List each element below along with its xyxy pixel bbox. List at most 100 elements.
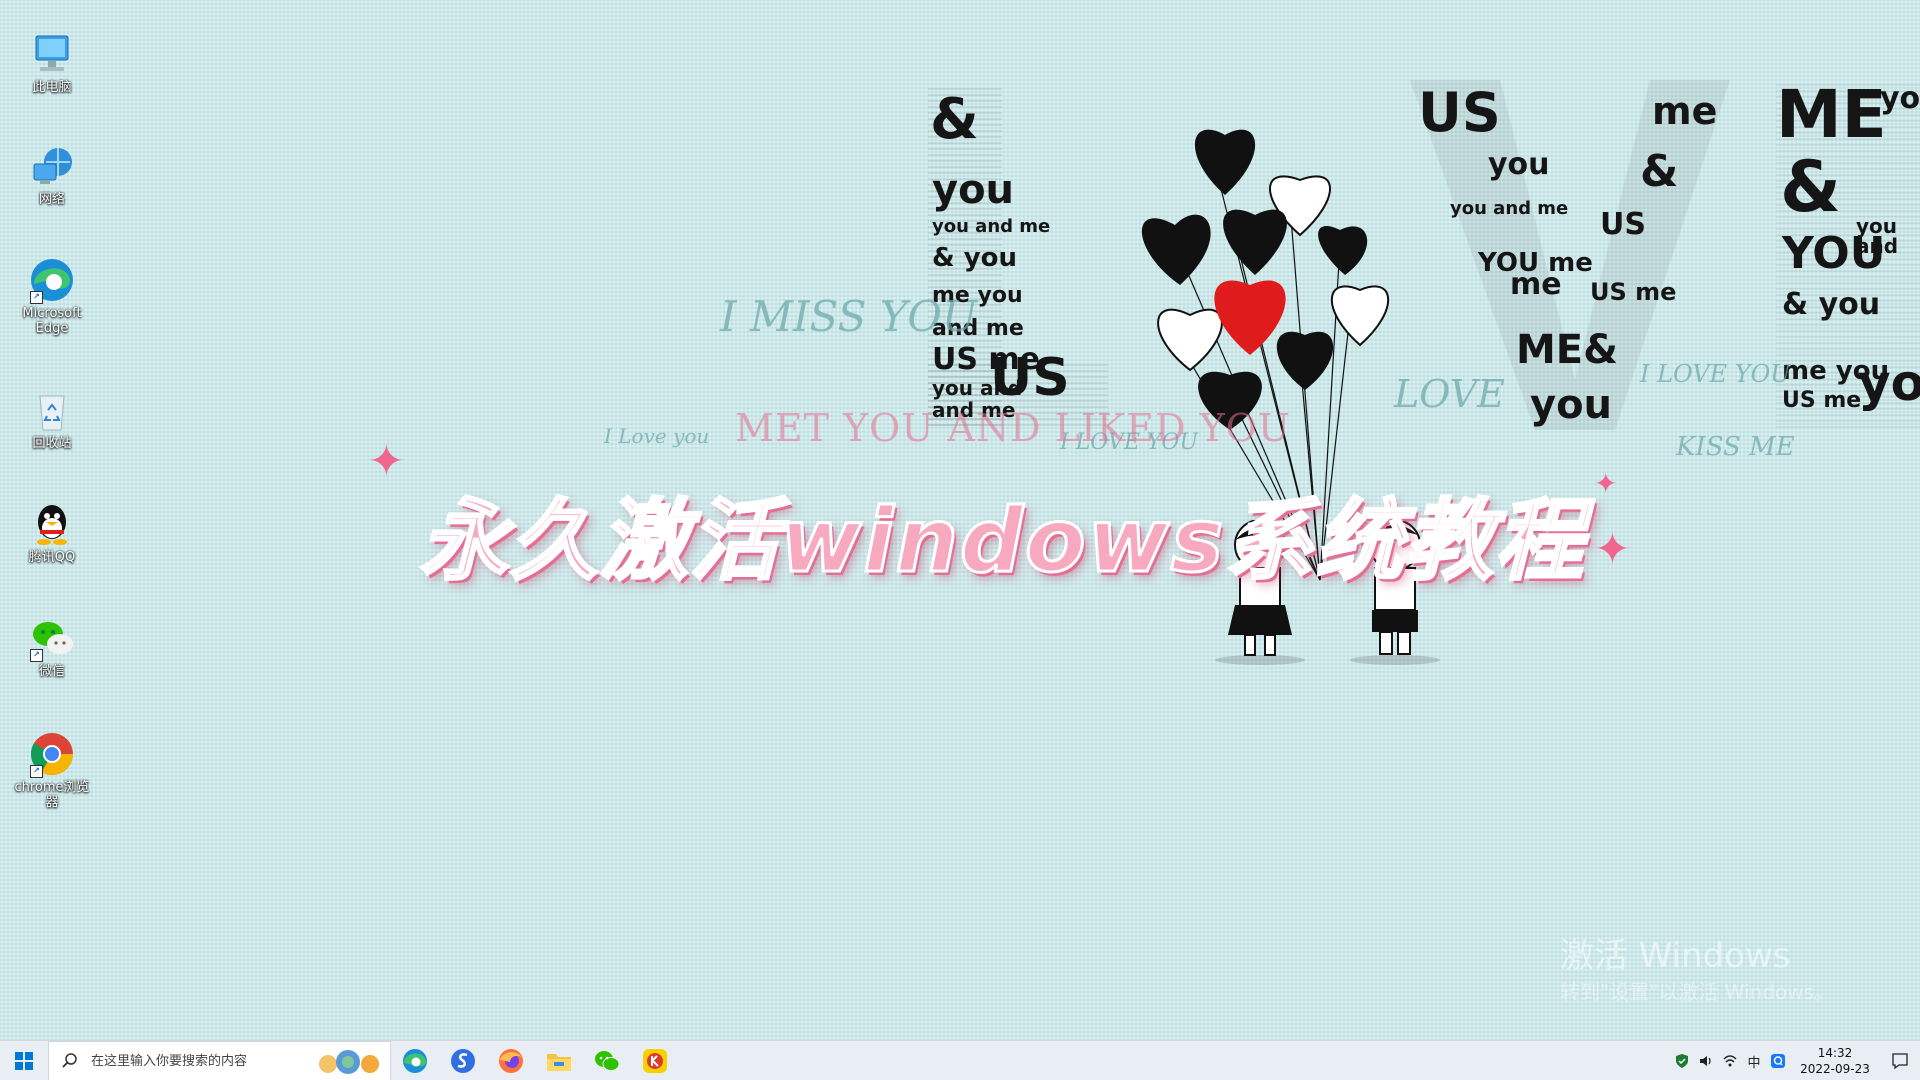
security-icon[interactable] (1670, 1041, 1694, 1080)
love-letter-l (928, 86, 1002, 426)
sparkle-icon: ✦ (368, 436, 405, 487)
love-v-text: US (1600, 207, 1646, 242)
search-input[interactable] (89, 1052, 313, 1070)
love-v-text: US me (1590, 278, 1677, 306)
love-e-text: YOU (1782, 228, 1886, 279)
love-l-text: & (930, 87, 979, 152)
clock-date: 2022-09-23 (1800, 1062, 1870, 1076)
heart-2 (1269, 175, 1331, 237)
taskbar-sogou[interactable] (439, 1041, 487, 1080)
taskbar-firefox[interactable] (487, 1041, 535, 1080)
love-v-text: me (1510, 267, 1562, 302)
volume-icon[interactable] (1694, 1041, 1718, 1080)
notification-icon (1892, 1053, 1908, 1070)
wallpaper-subtitle: MET YOU AND LIKED YOU (735, 406, 1291, 450)
ime-icon[interactable]: 中 (1742, 1041, 1766, 1080)
heart-1 (1194, 129, 1256, 195)
love-l-text: me you (932, 283, 1023, 308)
faint-text: I LOVE YOU (1640, 360, 1791, 388)
love-l-text: US me (932, 342, 1041, 377)
love-e-text: US me (1782, 388, 1862, 413)
wechat-icon (595, 1051, 620, 1071)
heart-9 (1198, 371, 1262, 430)
love-v-text: you and me (1450, 198, 1569, 219)
system-tray: 中 14:32 2022-09-23 (1670, 1041, 1920, 1080)
love-letter-l-foot (928, 360, 1108, 426)
love-l-text: you (932, 167, 1015, 213)
desktop-icon-qq[interactable]: 腾讯QQ (8, 500, 96, 565)
love-e-text: yo (1858, 354, 1920, 412)
taskbar: 中 14:32 2022-09-23 (0, 1040, 1920, 1080)
taskbar-edge[interactable] (391, 1041, 439, 1080)
recycle-bin-icon (28, 386, 76, 434)
title-banner: 永久激活windows系统教程 (418, 488, 1586, 594)
taskbar-file-explorer[interactable] (535, 1041, 583, 1080)
search-icon (62, 1053, 77, 1068)
love-v-text: US (1418, 81, 1501, 144)
love-letter-v (1410, 80, 1730, 430)
desktop-icon-recycle-bin[interactable]: 回收站 (8, 386, 96, 451)
taskbar-wechat[interactable] (583, 1041, 631, 1080)
wechat-icon: ↗ (28, 614, 76, 662)
search-highlight-decoration (314, 1048, 384, 1076)
desktop-icon-label: 腾讯QQ (28, 550, 76, 565)
desktop-icon-edge[interactable]: ↗ Microsoft Edge (8, 256, 96, 336)
heart-4 (1223, 209, 1287, 275)
notification-center-button[interactable] (1880, 1041, 1920, 1080)
shortcut-arrow-icon: ↗ (30, 649, 43, 662)
start-button[interactable] (0, 1041, 48, 1080)
desktop-icon-label: 此电脑 (32, 80, 72, 95)
love-l-text: you and (932, 376, 1023, 400)
sogou-icon (451, 1049, 475, 1073)
clock-time: 14:32 (1817, 1046, 1853, 1060)
love-e-text: & you (1782, 287, 1881, 322)
kugou-icon (643, 1049, 667, 1073)
desktop-icon-this-pc[interactable]: 此电脑 (8, 30, 96, 95)
taskbar-clock[interactable]: 14:32 2022-09-23 (1790, 1045, 1880, 1077)
love-l-text: and me (932, 398, 1016, 422)
heart-balloons (1141, 129, 1390, 581)
qq-tray-icon[interactable] (1766, 1041, 1790, 1080)
this-pc-icon (28, 30, 76, 78)
love-e-text: ME (1776, 76, 1887, 153)
love-letter-e (1776, 82, 1920, 428)
edge-icon: ↗ (28, 256, 76, 304)
faint-text: LOVE (1394, 372, 1505, 416)
faint-text: I Love you (604, 424, 710, 448)
love-l-text: US (990, 348, 1070, 408)
shortcut-arrow-icon: ↗ (30, 291, 43, 304)
love-e-text: you and (1856, 214, 1899, 258)
love-v-text: you (1530, 382, 1613, 428)
love-v-text: me (1652, 89, 1718, 133)
love-e-text: me you (1782, 356, 1890, 386)
file-explorer-icon (547, 1054, 571, 1071)
love-l-text: & you (932, 243, 1018, 273)
heart-3 (1141, 214, 1211, 285)
faint-text: I LOVE YOU (1060, 430, 1198, 455)
shortcut-arrow-icon: ↗ (30, 765, 43, 778)
taskbar-search-box[interactable] (48, 1041, 391, 1080)
heart-5 (1318, 226, 1368, 275)
love-l-text: and me (932, 316, 1024, 341)
couple-illustration (1215, 520, 1440, 665)
desktop-icon-wechat[interactable]: ↗ 微信 (8, 614, 96, 679)
desktop-icon-label: 微信 (38, 664, 65, 679)
qq-icon (28, 500, 76, 548)
edge-icon (403, 1049, 427, 1073)
firefox-icon (499, 1049, 523, 1073)
love-v-text: YOU me (1478, 248, 1593, 278)
love-v-text: & (1640, 146, 1679, 197)
love-l-text: you and me (932, 216, 1051, 237)
desktop-icon-label: 网络 (38, 192, 65, 207)
desktop-icon-chrome[interactable]: ↗ chrome浏览器 (8, 730, 96, 810)
network-icon (28, 142, 76, 190)
love-v-text: ME& (1516, 327, 1619, 373)
taskbar-kugou[interactable] (631, 1041, 679, 1080)
faint-text: I MISS YOU (720, 292, 978, 341)
love-v-text: you (1488, 147, 1550, 182)
heart-8 (1276, 331, 1334, 390)
desktop-icon-network[interactable]: 网络 (8, 142, 96, 207)
heart-6 (1330, 285, 1390, 347)
windows-logo-icon (15, 1052, 33, 1070)
wifi-icon[interactable] (1718, 1041, 1742, 1080)
